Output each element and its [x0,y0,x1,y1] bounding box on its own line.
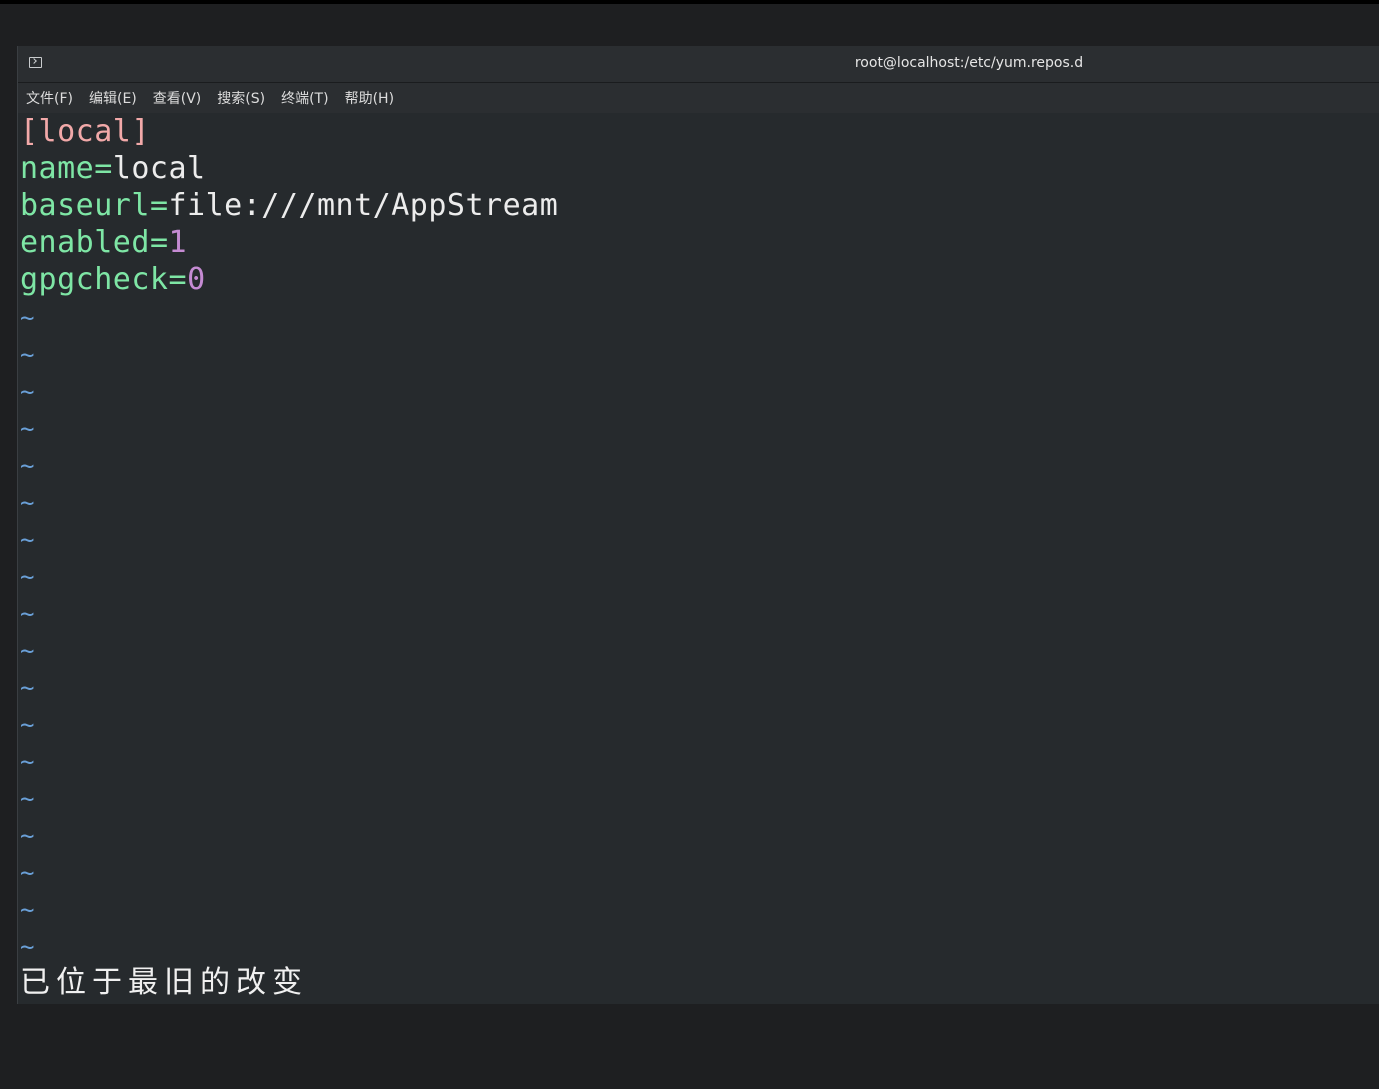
tilde-marker: ~ [20,341,35,369]
empty-line-marker: ~ [20,779,1379,816]
tilde-marker: ~ [20,563,35,591]
tilde-marker: ~ [20,896,35,924]
tilde-marker: ~ [20,933,35,961]
equals-sign: = [168,262,188,297]
editor-line-name: name=local [20,150,1379,187]
tilde-marker: ~ [20,452,35,480]
editor-line-baseurl: baseurl=file:///mnt/AppStream [20,187,1379,224]
menu-search[interactable]: 搜索(S) [217,88,265,108]
empty-line-marker: ~ [20,520,1379,557]
tilde-marker: ~ [20,711,35,739]
config-key: baseurl [20,188,150,223]
empty-line-marker: ~ [20,409,1379,446]
tilde-marker: ~ [20,415,35,443]
menu-file[interactable]: 文件(F) [26,88,73,108]
empty-line-marker: ~ [20,742,1379,779]
equals-sign: = [149,188,169,223]
empty-line-marker: ~ [20,631,1379,668]
tilde-marker: ~ [20,785,35,813]
config-key: gpgcheck [20,262,169,297]
menubar: 文件(F) 编辑(E) 查看(V) 搜索(S) 终端(T) 帮助(H) [18,83,1379,113]
empty-line-marker: ~ [20,927,1379,964]
empty-line-marker: ~ [20,372,1379,409]
tilde-marker: ~ [20,378,35,406]
empty-line-marker: ~ [20,853,1379,890]
section-header: [local] [20,114,150,149]
tilde-marker: ~ [20,748,35,776]
tilde-marker: ~ [20,304,35,332]
tilde-marker: ~ [20,600,35,628]
terminal-window: root@localhost:/etc/yum.repos.d 文件(F) 编辑… [17,46,1379,1004]
window-title: root@localhost:/etc/yum.repos.d [854,55,1084,71]
tilde-marker: ~ [20,859,35,887]
empty-line-marker: ~ [20,668,1379,705]
tilde-marker: ~ [20,637,35,665]
config-number: 0 [187,262,206,297]
empty-line-marker: ~ [20,816,1379,853]
empty-line-marker: ~ [20,594,1379,631]
vim-editor[interactable]: [local] name=local baseurl=file:///mnt/A… [20,113,1379,1004]
config-value: local [112,151,206,186]
screen-top-strip [0,0,1379,4]
tilde-marker: ~ [20,489,35,517]
empty-line-marker: ~ [20,483,1379,520]
equals-sign: = [149,225,169,260]
menu-edit[interactable]: 编辑(E) [89,88,137,108]
menu-help[interactable]: 帮助(H) [345,88,394,108]
tilde-marker: ~ [20,822,35,850]
menu-view[interactable]: 查看(V) [153,88,202,108]
vim-status-message: 已位于最旧的改变 [20,965,308,1000]
config-key: enabled [20,225,150,260]
editor-line-section: [local] [20,113,1379,150]
editor-line-gpgcheck: gpgcheck=0 [20,261,1379,298]
empty-line-marker: ~ [20,890,1379,927]
config-number: 1 [168,225,188,260]
empty-line-marker: ~ [20,298,1379,335]
titlebar[interactable]: root@localhost:/etc/yum.repos.d [18,46,1379,83]
empty-line-marker: ~ [20,705,1379,742]
equals-sign: = [94,151,113,186]
editor-line-enabled: enabled=1 [20,224,1379,261]
tilde-marker: ~ [20,674,35,702]
menu-terminal[interactable]: 终端(T) [281,88,328,108]
config-value: file:///mnt/AppStream [168,188,559,223]
empty-line-marker: ~ [20,557,1379,594]
config-key: name [20,151,95,186]
empty-line-marker: ~ [20,335,1379,372]
empty-line-marker: ~ [20,446,1379,483]
tilde-marker: ~ [20,526,35,554]
